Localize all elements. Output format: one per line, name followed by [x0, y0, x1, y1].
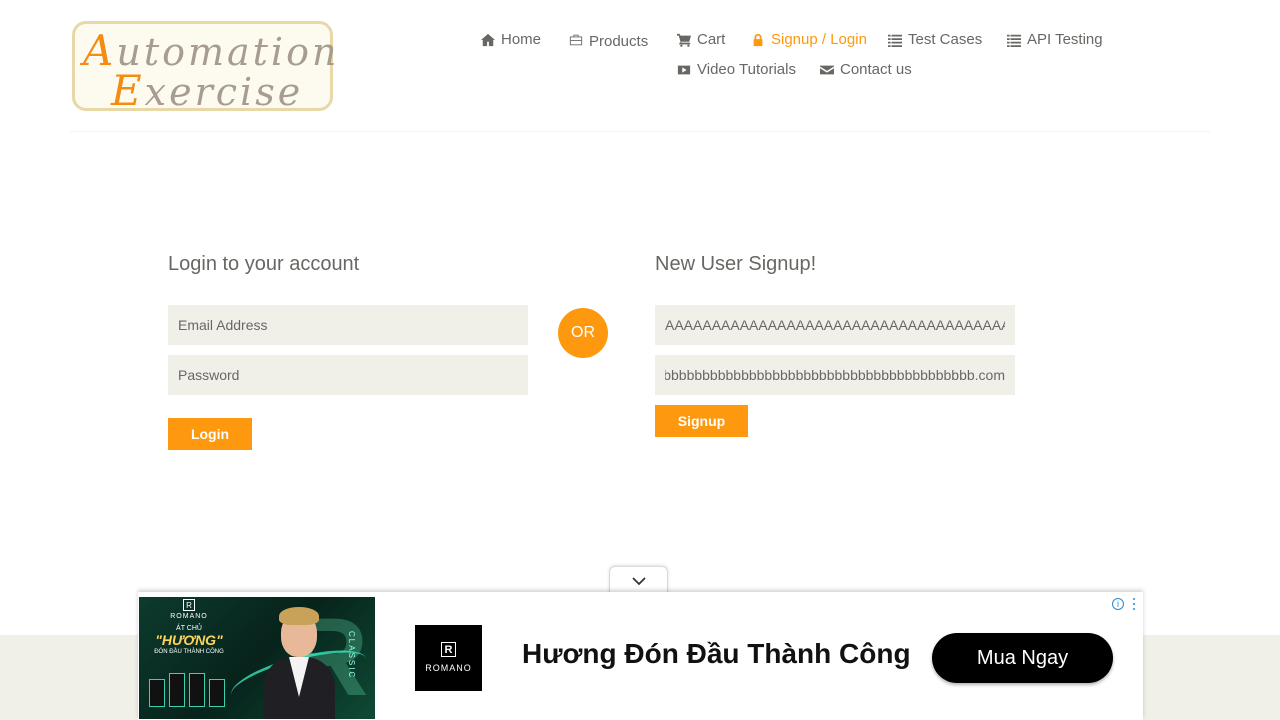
nav-cart-label: Cart: [697, 31, 726, 48]
ad-image-line1: ÁT CHỦ: [176, 625, 202, 632]
nav-contact-us[interactable]: Contact us: [819, 61, 912, 78]
login-button[interactable]: Login: [168, 418, 252, 450]
ad-logo-letter: R: [441, 642, 456, 657]
ad-brand-logo[interactable]: R ROMANO: [415, 625, 482, 691]
nav-signup-login-label: Signup / Login: [771, 31, 867, 48]
youtube-play-icon: [676, 63, 691, 77]
nav-home[interactable]: Home: [480, 31, 541, 48]
logo-line-2: Exercise: [111, 66, 304, 115]
ad-banner[interactable]: R R ROMANO ÁT CHỦ "HƯƠNG" ĐÓN ĐẦU THÀNH …: [138, 592, 1143, 720]
ad-menu-icon[interactable]: [1132, 598, 1136, 610]
ad-headline[interactable]: Hương Đón Đầu Thành Công: [522, 638, 911, 670]
list-icon: [1006, 33, 1021, 47]
nav-test-cases-label: Test Cases: [908, 31, 983, 48]
signup-email-field[interactable]: [655, 355, 1015, 395]
nav-video-tutorials[interactable]: Video Tutorials: [676, 61, 796, 78]
ad-image-model: [259, 605, 339, 719]
ad-image-brand-mark: R: [183, 599, 195, 611]
nav-api-testing-label: API Testing: [1027, 31, 1103, 48]
nav-video-tutorials-label: Video Tutorials: [697, 61, 796, 78]
ad-image-brand: ROMANO: [170, 613, 208, 620]
login-form-title: Login to your account: [168, 253, 360, 275]
signup-form-title: New User Signup!: [655, 253, 817, 275]
ad-image-line2: "HƯƠNG": [155, 632, 223, 648]
header-divider: [70, 131, 1210, 132]
cart-icon: [676, 33, 691, 47]
envelope-icon: [819, 63, 834, 77]
nav-contact-us-label: Contact us: [840, 61, 912, 78]
nav-home-label: Home: [501, 31, 542, 48]
ad-logo-name: ROMANO: [425, 663, 472, 673]
list-icon: [887, 33, 902, 47]
lock-icon: [750, 33, 765, 47]
signup-name-field[interactable]: [655, 305, 1015, 345]
login-password-field[interactable]: [168, 355, 528, 395]
site-logo[interactable]: Automation Exercise: [72, 21, 336, 115]
nav-test-cases[interactable]: Test Cases: [887, 31, 982, 48]
nav-products[interactable]: Products: [568, 31, 649, 50]
ad-image-bottles: [149, 667, 231, 707]
ad-cta-button[interactable]: Mua Ngay: [932, 633, 1113, 683]
signup-button[interactable]: Signup: [655, 405, 748, 437]
ad-image[interactable]: R R ROMANO ÁT CHỦ "HƯƠNG" ĐÓN ĐẦU THÀNH …: [139, 597, 375, 719]
ad-info-icon[interactable]: i: [1112, 598, 1124, 610]
login-email-field[interactable]: [168, 305, 528, 345]
briefcase-icon: [568, 33, 583, 47]
nav-api-testing[interactable]: API Testing: [1006, 31, 1103, 48]
nav-products-label: Products: [589, 33, 649, 50]
nav-signup-login[interactable]: Signup / Login: [750, 31, 867, 48]
page: Automation Exercise Home Products Cart S…: [0, 0, 1280, 720]
ad-image-vertical-text: CLASSIC: [347, 631, 356, 680]
nav-cart[interactable]: Cart: [676, 31, 725, 48]
ad-collapse-toggle[interactable]: [609, 566, 668, 594]
home-icon: [480, 33, 495, 47]
ad-image-line3: ĐÓN ĐẦU THÀNH CÔNG: [154, 649, 224, 655]
chevron-down-icon: [631, 576, 646, 585]
or-divider: OR: [558, 308, 608, 358]
